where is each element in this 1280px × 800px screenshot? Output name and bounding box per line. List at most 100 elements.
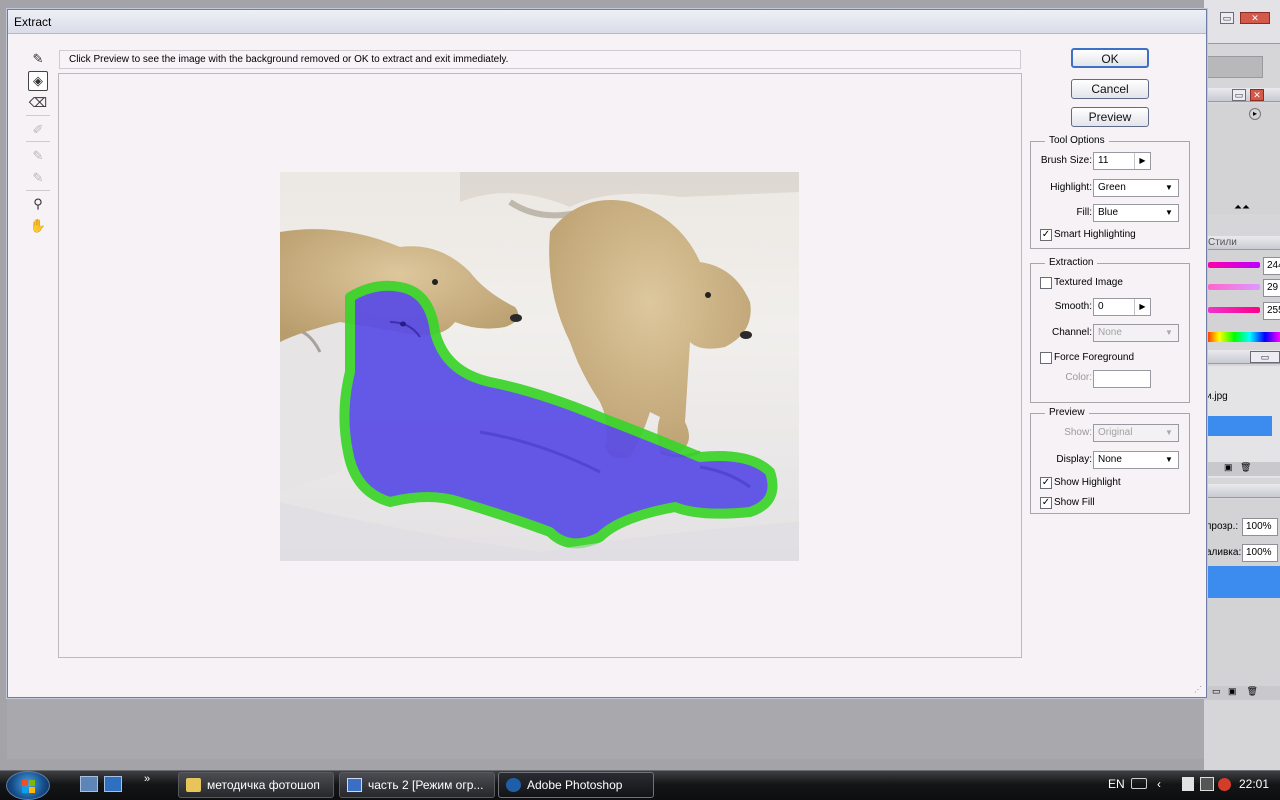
- fill-label: Fill:: [1076, 207, 1092, 218]
- brush-size-input[interactable]: 11 ▶: [1093, 152, 1151, 170]
- force-foreground-label[interactable]: Force Foreground: [1054, 352, 1134, 363]
- extraction-group: Extraction Textured Image Smooth: 0 ▶ Ch…: [1030, 257, 1190, 403]
- show-highlight-checkbox[interactable]: ✓: [1040, 477, 1052, 489]
- taskbar-item-photoshop[interactable]: Adobe Photoshop: [498, 772, 654, 798]
- fill-input[interactable]: 100%: [1242, 544, 1278, 562]
- brush-size-value: 11: [1098, 155, 1109, 166]
- color-slider-1[interactable]: [1208, 262, 1260, 268]
- channel-select[interactable]: None ▼: [1093, 324, 1179, 342]
- tray-expand-icon[interactable]: ‹: [1157, 777, 1161, 791]
- network-icon[interactable]: [1200, 777, 1214, 791]
- tray-app-icon[interactable]: [1182, 777, 1194, 791]
- edge-touchup-tool[interactable]: ✎: [28, 168, 48, 188]
- close-app-button[interactable]: ✕: [1240, 12, 1270, 24]
- brush-size-arrow-icon[interactable]: ▶: [1134, 153, 1150, 169]
- tool-divider: [26, 115, 50, 116]
- taskbar-item-folder[interactable]: методичка фотошоп: [178, 772, 334, 798]
- smart-highlighting-label[interactable]: Smart Highlighting: [1054, 229, 1136, 240]
- fill-tool[interactable]: ◈: [28, 71, 48, 91]
- color-value-2[interactable]: 29: [1263, 279, 1280, 297]
- selected-layer-row[interactable]: [1206, 566, 1280, 598]
- panel-menu-icon[interactable]: ▸: [1249, 108, 1261, 120]
- chevron-down-icon: ▼: [1165, 328, 1173, 337]
- polar-bears-image[interactable]: [280, 172, 799, 561]
- zoom-mountain-icon[interactable]: ⏶⏶: [1234, 202, 1250, 213]
- chevron-down-icon: ▼: [1165, 183, 1173, 192]
- edge-highlighter-tool[interactable]: ✎: [28, 49, 48, 69]
- fill-label: аливка:: [1206, 547, 1242, 558]
- restore-button[interactable]: ▭: [1220, 12, 1234, 24]
- show-fill-label[interactable]: Show Fill: [1054, 497, 1095, 508]
- display-label: Display:: [1056, 454, 1092, 465]
- highlight-select[interactable]: Green ▼: [1093, 179, 1179, 197]
- quick-launch-more-icon[interactable]: »: [144, 773, 150, 785]
- smooth-input[interactable]: 0 ▶: [1093, 298, 1151, 316]
- tool-options-group: Tool Options Brush Size: 11 ▶ Highlight:…: [1030, 135, 1190, 249]
- eyedropper-icon: ✐: [32, 122, 44, 137]
- display-select[interactable]: None ▼: [1093, 451, 1179, 469]
- resize-grip-icon[interactable]: ⋰: [1194, 685, 1202, 694]
- eyedropper-tool[interactable]: ✐: [28, 120, 48, 140]
- styles-tab[interactable]: Стили: [1208, 237, 1237, 248]
- navigator-panel: ▸ ⏶⏶: [1204, 104, 1280, 214]
- color-panel-title: Стили: [1204, 236, 1280, 250]
- show-select[interactable]: Original ▼: [1093, 424, 1179, 442]
- paint-bucket-icon: ◈: [33, 73, 43, 88]
- dialog-title-bar[interactable]: Extract: [8, 10, 1206, 34]
- history-file-name[interactable]: и.jpg: [1206, 391, 1228, 402]
- hand-tool[interactable]: ✋: [28, 216, 48, 236]
- force-foreground-checkbox[interactable]: [1040, 352, 1052, 364]
- hand-icon: ✋: [29, 218, 47, 233]
- color-ramp[interactable]: [1204, 332, 1280, 342]
- volume-muted-icon[interactable]: [1218, 778, 1231, 791]
- ok-button[interactable]: OK: [1071, 48, 1149, 68]
- navigator-panel-title: ▭ ✕: [1204, 88, 1280, 102]
- textured-image-label[interactable]: Textured Image: [1054, 277, 1123, 288]
- preview-button[interactable]: Preview: [1071, 107, 1149, 127]
- extract-dialog: Extract ✎ ◈ ⌫ ✐ ✎ ✎ ⚲ ✋ Click Preview to…: [7, 9, 1207, 698]
- keyboard-icon[interactable]: [1131, 778, 1147, 789]
- smart-highlighting-checkbox[interactable]: ✓: [1040, 229, 1052, 241]
- history-panel: и.jpg ▣ 🗑: [1204, 366, 1280, 478]
- preview-group: Preview Show: Original ▼ Display: None ▼…: [1030, 407, 1190, 514]
- eraser-tool[interactable]: ⌫: [28, 93, 48, 113]
- edge-touchup-icon: ✎: [32, 170, 44, 185]
- show-fill-checkbox[interactable]: ✓: [1040, 497, 1052, 509]
- close-panel-icon[interactable]: ✕: [1250, 89, 1264, 101]
- show-desktop-icon[interactable]: [80, 776, 98, 792]
- photoshop-panels: ▭ ✕ ▭ ✕ ▸ ⏶⏶ Стили 244 29 255 ▭ и.jpg ▣ …: [1204, 0, 1280, 770]
- quick-launch-icon[interactable]: [104, 776, 122, 792]
- color-slider-3[interactable]: [1208, 307, 1260, 313]
- color-slider-2[interactable]: [1208, 284, 1260, 290]
- windows-logo-icon: [22, 780, 35, 793]
- cancel-button[interactable]: Cancel: [1071, 79, 1149, 99]
- tool-divider: [26, 141, 50, 142]
- language-indicator[interactable]: EN: [1108, 777, 1125, 791]
- clock[interactable]: 22:01: [1239, 777, 1269, 791]
- color-value-1[interactable]: 244: [1263, 257, 1280, 275]
- taskbar-item-word[interactable]: часть 2 [Режим огр...: [339, 772, 495, 798]
- history-panel-title: ▭: [1204, 350, 1280, 364]
- textured-image-checkbox[interactable]: [1040, 277, 1052, 289]
- preview-canvas[interactable]: [58, 73, 1022, 658]
- history-selected-state[interactable]: [1206, 416, 1272, 436]
- tool-divider: [26, 190, 50, 191]
- start-button[interactable]: [6, 771, 50, 800]
- color-value-3[interactable]: 255: [1263, 302, 1280, 320]
- highlight-label: Highlight:: [1050, 182, 1092, 193]
- fill-select[interactable]: Blue ▼: [1093, 204, 1179, 222]
- color-swatch[interactable]: [1093, 370, 1151, 388]
- smooth-arrow-icon[interactable]: ▶: [1134, 299, 1150, 315]
- eraser-icon: ⌫: [28, 95, 48, 110]
- top-panel: ▭ ✕: [1204, 0, 1280, 44]
- show-value: Original: [1098, 427, 1133, 438]
- cleanup-tool[interactable]: ✎: [28, 146, 48, 166]
- opacity-input[interactable]: 100%: [1242, 518, 1278, 536]
- show-highlight-label[interactable]: Show Highlight: [1054, 477, 1121, 488]
- options-bar: [1207, 56, 1263, 78]
- fill-value: Blue: [1098, 207, 1119, 218]
- zoom-tool[interactable]: ⚲: [28, 194, 48, 214]
- toolbox: ✎ ◈ ⌫ ✐ ✎ ✎ ⚲ ✋: [22, 48, 52, 248]
- panel-collapse-button[interactable]: ▭: [1250, 351, 1280, 363]
- minimize-panel-button[interactable]: ▭: [1232, 89, 1246, 101]
